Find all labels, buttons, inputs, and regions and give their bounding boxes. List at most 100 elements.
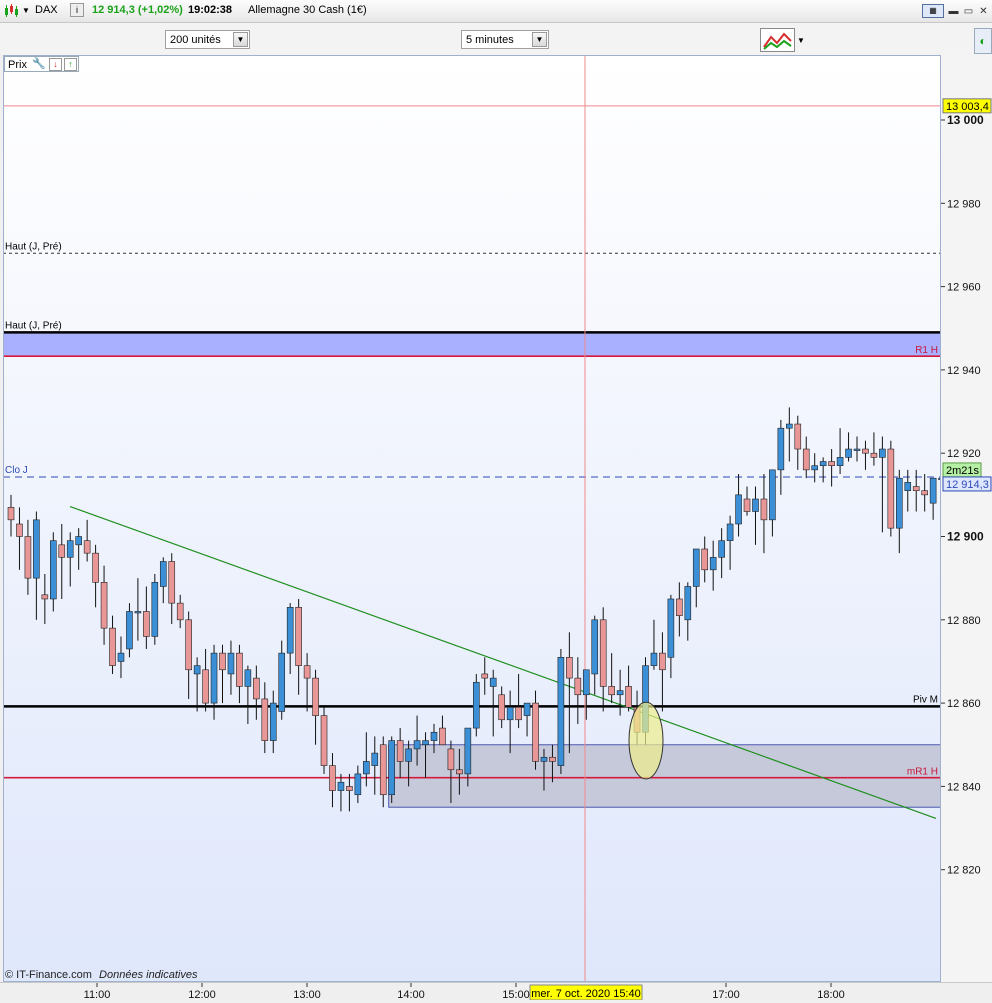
move-up-icon[interactable]: ↑ xyxy=(64,58,77,71)
candle-body xyxy=(582,669,590,696)
candle-body xyxy=(616,690,624,696)
candle-body xyxy=(227,652,235,675)
candle xyxy=(286,603,294,674)
candle xyxy=(278,640,286,720)
candle-body xyxy=(219,652,226,671)
wrench-icon[interactable]: 🔧 xyxy=(32,57,46,70)
candle-body xyxy=(422,740,429,746)
y-tick-label: 13 000 xyxy=(947,113,984,127)
candle xyxy=(329,753,336,808)
candle-body xyxy=(278,652,286,712)
units-select-value: 200 unités xyxy=(170,34,221,46)
candle-body xyxy=(566,656,573,679)
candle-body xyxy=(75,536,82,546)
candle xyxy=(760,474,768,554)
instrument-name[interactable]: DAX xyxy=(35,4,58,16)
candle-body xyxy=(659,652,666,671)
candle xyxy=(185,611,192,699)
candle-body xyxy=(692,548,700,587)
candle-body xyxy=(439,727,446,746)
candle xyxy=(49,532,57,612)
candle xyxy=(591,615,599,695)
candle-body xyxy=(456,769,463,775)
candle-body xyxy=(853,448,861,451)
candle-body xyxy=(489,677,497,687)
candle xyxy=(303,653,311,712)
candle xyxy=(506,690,514,754)
y-tick-label: 12 840 xyxy=(947,781,981,793)
candlestick-icon[interactable] xyxy=(3,3,19,21)
candle-body xyxy=(608,686,615,696)
support-box xyxy=(388,744,940,808)
candle-body xyxy=(718,540,725,558)
keyboard-icon[interactable]: ▦ xyxy=(922,4,944,18)
y-tick-label: 12 820 xyxy=(947,865,981,877)
candle-body xyxy=(532,702,539,762)
level-label: R1 H xyxy=(915,345,938,356)
candle xyxy=(659,632,666,712)
candle xyxy=(786,407,793,462)
candle-body xyxy=(794,423,802,450)
candle xyxy=(168,553,176,624)
x-tick-label: 14:00 xyxy=(397,989,425,1000)
candle-body xyxy=(549,756,556,762)
x-tick-label: 15:00 xyxy=(502,989,530,1000)
candle xyxy=(574,657,582,724)
interval-select[interactable]: 5 minutes ▼ xyxy=(461,30,549,49)
candle xyxy=(7,494,15,537)
side-panel-toggle[interactable]: ◐ xyxy=(974,28,992,54)
y-tick-label: 12 960 xyxy=(947,282,981,294)
candle xyxy=(566,632,573,754)
source-label: © IT-Finance.com xyxy=(5,969,92,981)
candle xyxy=(159,557,167,604)
candle xyxy=(117,636,125,679)
candle-body xyxy=(515,706,522,721)
candle-body xyxy=(735,494,742,525)
move-down-icon[interactable]: ↓ xyxy=(49,58,62,71)
candle xyxy=(100,565,108,645)
candle xyxy=(515,673,522,729)
candle xyxy=(244,665,252,724)
y-tick-label: 12 920 xyxy=(947,448,981,460)
candle-body xyxy=(24,536,32,579)
candle-body xyxy=(7,507,15,521)
candle xyxy=(828,449,835,487)
candle-body xyxy=(701,548,709,571)
candle-body xyxy=(574,677,582,696)
candle xyxy=(929,477,937,520)
y-axis[interactable]: 13 000 12 980 12 960 12 940 12 920 12 900 12 8… xyxy=(941,55,992,982)
candle xyxy=(176,594,184,629)
candle-body xyxy=(786,423,793,429)
candle-body xyxy=(244,669,252,687)
candle xyxy=(83,519,91,562)
candle xyxy=(354,765,362,804)
candle xyxy=(439,715,446,746)
candle xyxy=(862,440,869,470)
candle xyxy=(41,573,49,624)
candle-body xyxy=(912,486,920,491)
chevron-down-icon[interactable]: ▼ xyxy=(532,32,547,47)
candle xyxy=(523,702,531,737)
chevron-down-icon[interactable]: ▼ xyxy=(233,32,248,47)
close-icon[interactable]: ✕ xyxy=(975,4,992,19)
chart-style-dropdown-icon[interactable]: ▼ xyxy=(797,36,805,45)
candle xyxy=(845,432,852,462)
candle-body xyxy=(481,673,489,679)
price-chart[interactable]: Haut (J, Pré) Haut (J, Pré) R1 H Clo J Piv M… xyxy=(3,55,941,982)
units-select[interactable]: 200 unités ▼ xyxy=(165,30,250,49)
info-icon[interactable]: i xyxy=(70,3,84,17)
candle-body xyxy=(185,619,192,671)
candle xyxy=(870,432,878,466)
candle-body xyxy=(236,652,243,687)
candle-body xyxy=(726,523,734,541)
candle-body xyxy=(41,594,49,600)
chart-style-button[interactable] xyxy=(760,28,795,52)
price-change: 12 914,3 (+1,02%) xyxy=(92,4,183,16)
x-axis[interactable]: 11:00 12:00 13:00 14:00 15:00 17:00 18:00 mer. … xyxy=(0,982,992,1001)
candle xyxy=(75,528,82,570)
plot-area[interactable]: Haut (J, Pré) Haut (J, Pré) R1 H Clo J Piv M… xyxy=(3,55,941,982)
instrument-dropdown-icon[interactable]: ▼ xyxy=(22,6,30,15)
x-tick-label: 13:00 xyxy=(293,989,321,1000)
candle-body xyxy=(33,519,40,579)
candle xyxy=(126,603,133,658)
